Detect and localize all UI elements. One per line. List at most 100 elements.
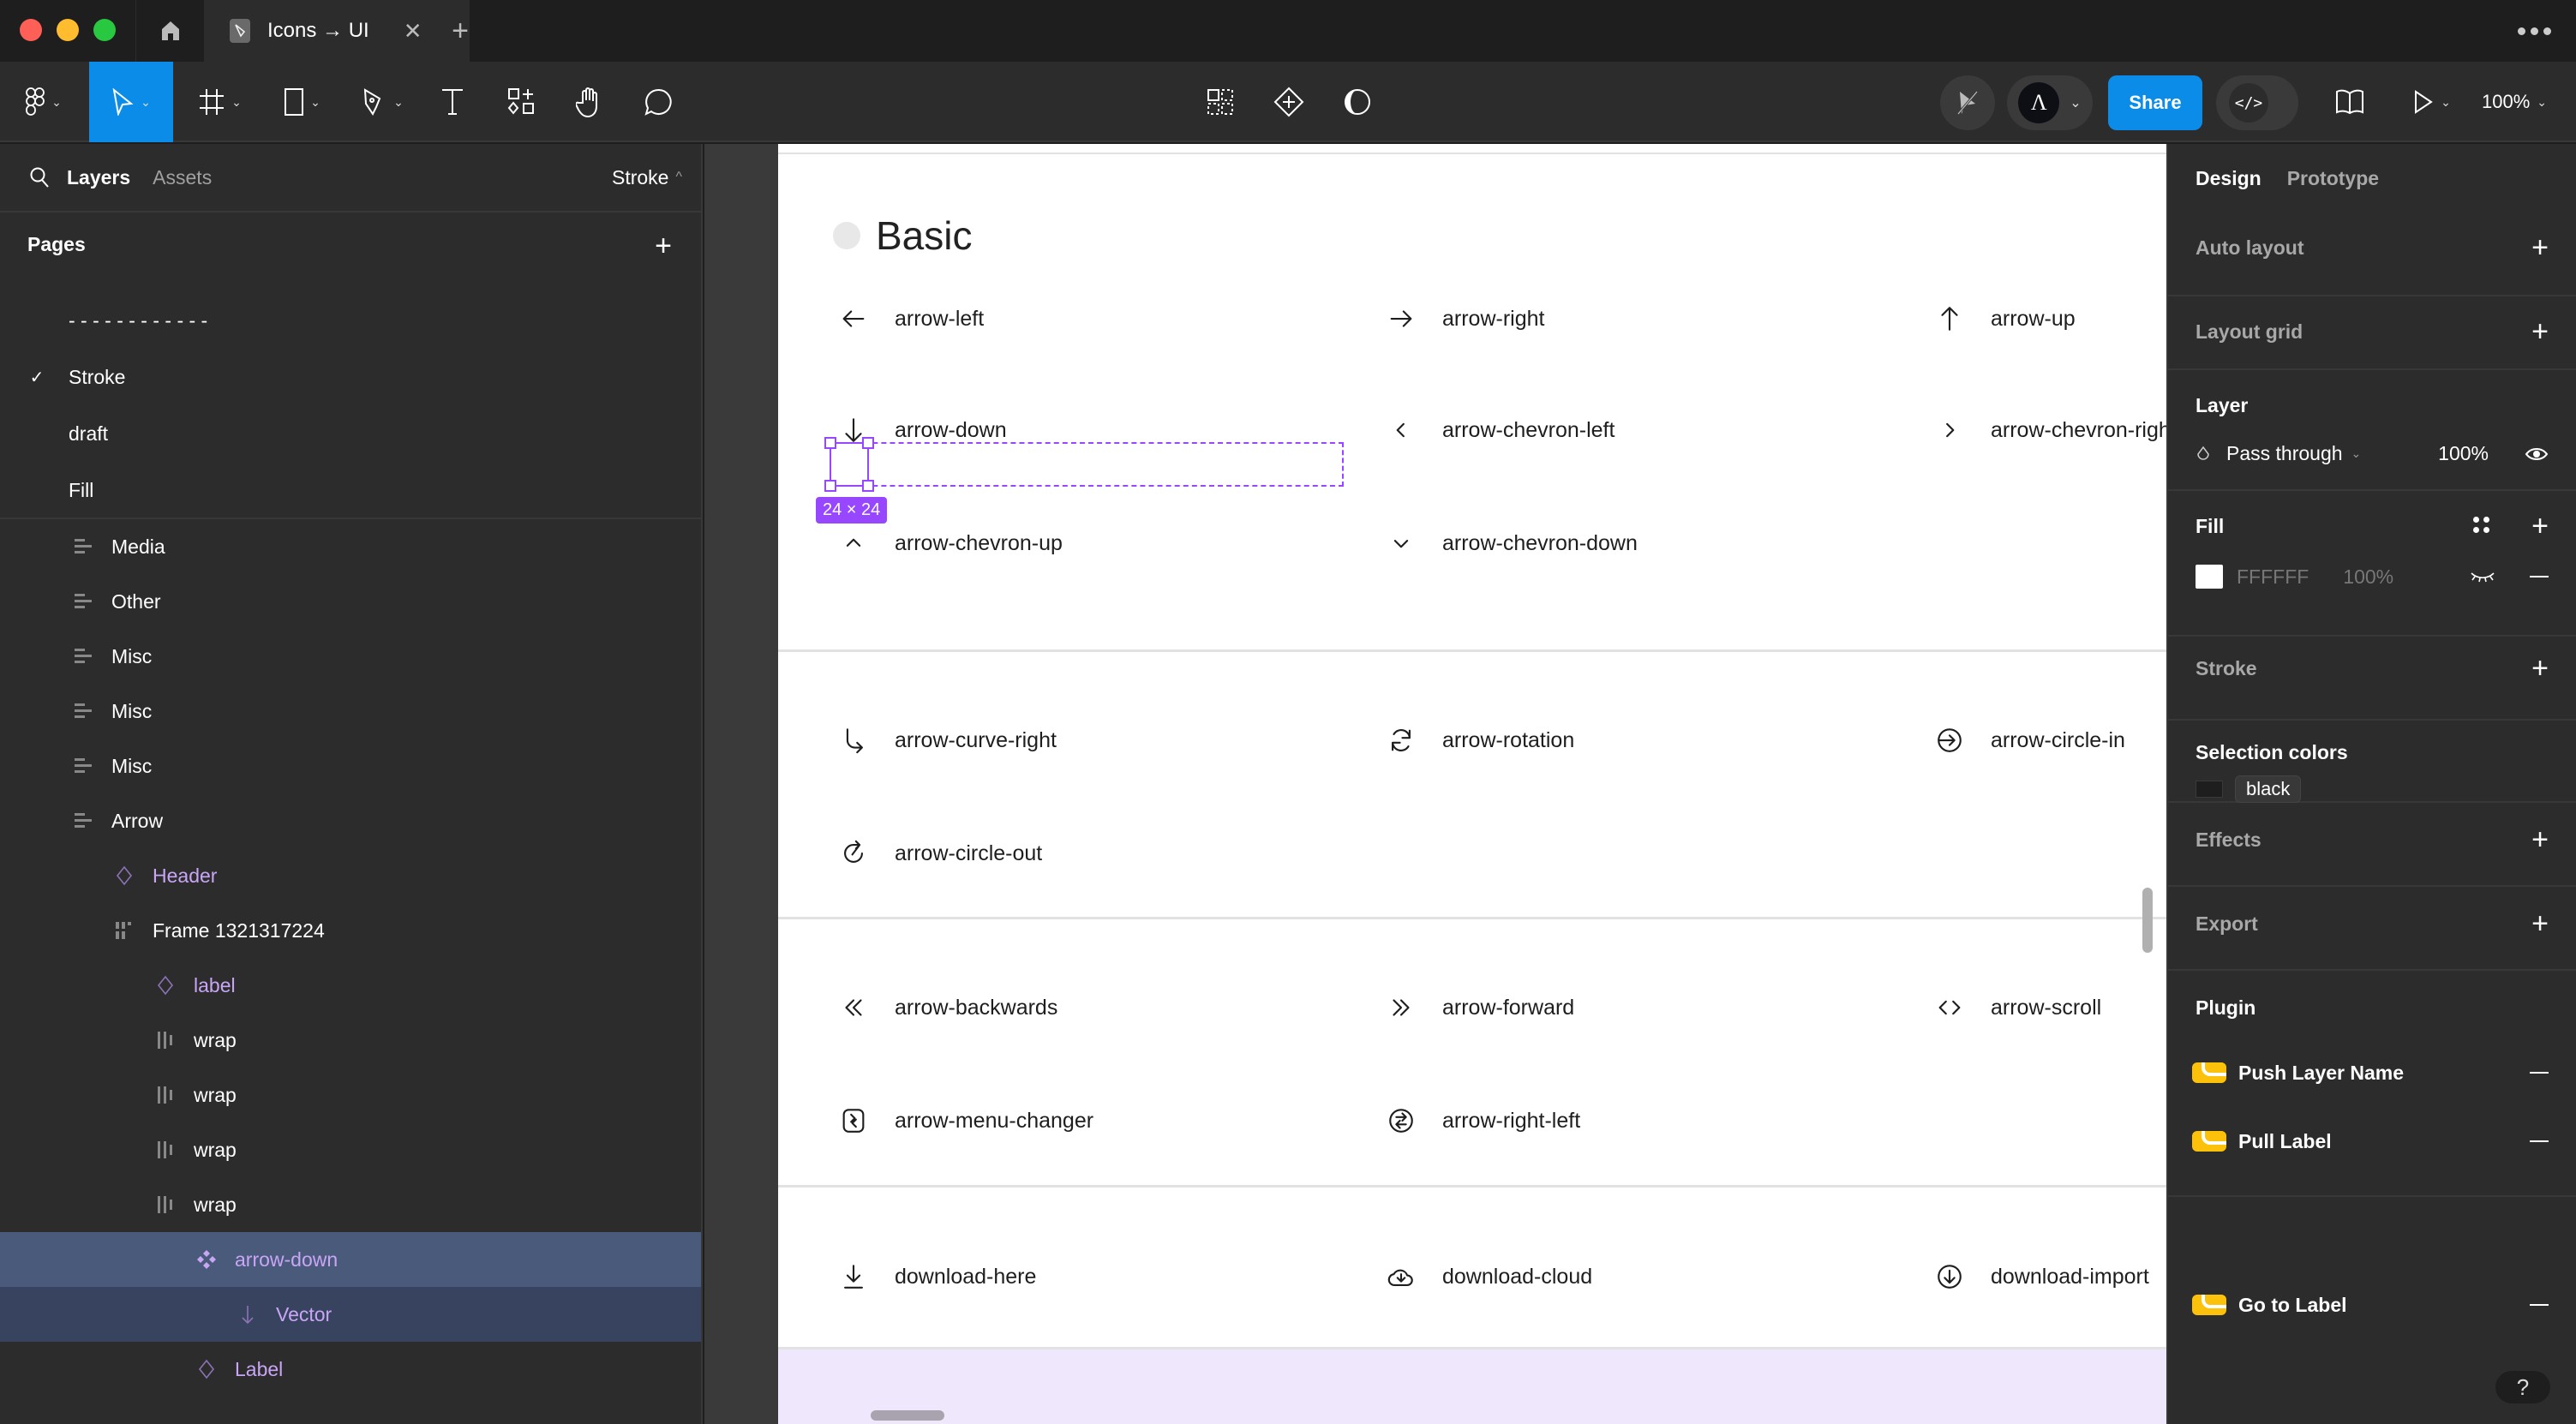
add-page-button[interactable]: + [655,231,672,260]
layer-row[interactable]: Header [0,848,701,903]
add-layout-grid-button[interactable]: + [2531,317,2549,346]
layer-row[interactable]: Arrow [0,793,701,848]
layer-row[interactable]: wrap [0,1177,701,1232]
layer-row[interactable]: Misc [0,739,701,793]
layer-row[interactable]: Media [0,519,701,574]
selection-color-swatch[interactable] [2196,781,2223,798]
add-stroke-button[interactable]: + [2531,654,2549,683]
layer-row[interactable]: Vector [0,1287,701,1342]
user-avatar-menu[interactable]: Λ ⌄ [2007,75,2093,130]
plugin-item[interactable]: Pull Label [2192,1120,2576,1163]
file-tab[interactable]: Icons → UI ✕ [204,0,470,62]
icon-item[interactable]: arrow-chevron-left [1381,410,1614,451]
icon-item[interactable]: arrow-menu-changer [833,1100,1093,1141]
fill-hex-input[interactable]: FFFFFF [2237,565,2309,589]
share-button[interactable]: Share [2108,75,2202,130]
layer-opacity-input[interactable]: 100% [2438,442,2489,465]
icon-item[interactable]: arrow-chevron-down [1381,523,1638,564]
icon-item[interactable]: arrow-scroll [1929,987,2101,1028]
icon-item[interactable]: arrow-circle-out [833,833,1042,874]
move-tool-button[interactable]: ⌄ [89,62,173,142]
search-icon[interactable] [29,166,50,188]
layer-row[interactable]: arrow-down [0,1232,701,1287]
tab-layers[interactable]: Layers [67,166,130,189]
components-grid-button[interactable] [1203,62,1237,142]
icon-item[interactable]: arrow-circle-in [1929,720,2125,761]
icon-item[interactable]: arrow-right [1381,298,1544,339]
page-picker[interactable]: Stroke ^ [612,166,682,189]
tab-design[interactable]: Design [2196,167,2261,190]
main-menu-button[interactable]: ⌄ [14,62,74,142]
shape-tool-button[interactable]: ⌄ [273,62,332,142]
fill-styles-icon[interactable] [2473,517,2490,534]
resize-handle[interactable] [862,480,874,492]
icon-item[interactable]: arrow-backwards [833,987,1057,1028]
home-tab[interactable] [135,0,204,62]
page-item-current[interactable]: ✓ Stroke [0,350,701,404]
vertical-scrollbar[interactable] [2142,888,2153,953]
layer-row[interactable]: Label [0,1342,701,1397]
plugin-item[interactable]: Go to Label [2192,1283,2576,1326]
selection-color-name[interactable]: black [2235,775,2302,803]
close-window-button[interactable] [20,19,42,41]
pen-tool-button[interactable]: ⌄ [351,62,415,142]
horizontal-scrollbar[interactable] [871,1410,944,1421]
layer-row[interactable]: wrap [0,1068,701,1122]
resize-handle[interactable] [824,437,836,449]
icon-item[interactable]: arrow-curve-right [833,720,1057,761]
fill-color-swatch[interactable] [2196,565,2223,589]
add-effect-button[interactable]: + [2531,825,2549,854]
fill-opacity-input[interactable]: 100% [2343,565,2393,589]
remove-plugin-button[interactable] [2530,1304,2549,1306]
arrow-section-frame[interactable]: Basic arrow-left arrow-right arrow-up arrow… [778,144,2166,1424]
icon-item[interactable]: arrow-up [1929,298,2076,339]
contrast-button[interactable] [1340,62,1375,142]
layer-row[interactable]: wrap [0,1013,701,1068]
blend-mode-dropdown[interactable]: Pass through [2226,442,2343,465]
remove-fill-button[interactable] [2530,576,2549,577]
remove-plugin-button[interactable] [2530,1140,2549,1142]
new-tab-button[interactable]: + [441,12,479,50]
dev-mode-off-button[interactable] [1940,75,1995,130]
icon-item[interactable]: download-import [1929,1256,2149,1297]
dev-mode-toggle[interactable]: </> [2216,75,2298,130]
layer-row[interactable]: wrap [0,1122,701,1177]
layer-row[interactable]: Other [0,574,701,629]
add-export-button[interactable]: + [2531,909,2549,938]
icon-item[interactable]: arrow-left [833,298,984,339]
icon-item[interactable]: arrow-chevron-up [833,523,1063,564]
resize-handle[interactable] [824,480,836,492]
hand-tool-button[interactable] [571,62,608,142]
icon-item[interactable]: arrow-chevron-right [1929,410,2166,451]
layer-row[interactable]: Frame 1321317224 [0,903,701,958]
layer-row[interactable]: label [0,958,701,1013]
icon-item[interactable]: arrow-rotation [1381,720,1574,761]
create-component-button[interactable] [1272,62,1306,142]
layer-row[interactable]: Misc [0,629,701,684]
minimize-window-button[interactable] [57,19,79,41]
icon-item[interactable]: download-here [833,1256,1036,1297]
canvas[interactable]: Basic arrow-left arrow-right arrow-up arrow… [704,144,2166,1424]
icon-item[interactable]: arrow-forward [1381,987,1574,1028]
page-item[interactable]: Fill [0,463,701,518]
frame-tool-button[interactable]: ⌄ [190,62,250,142]
resources-tool-button[interactable] [504,62,538,142]
plugin-item[interactable]: Push Layer Name [2192,1051,2576,1094]
tab-assets[interactable]: Assets [153,166,212,189]
text-tool-button[interactable] [435,62,470,142]
library-button[interactable] [2333,62,2367,142]
page-item[interactable]: draft [0,406,701,461]
resize-handle[interactable] [862,437,874,449]
help-button[interactable]: ? [2495,1371,2550,1403]
close-tab-icon[interactable]: ✕ [404,18,422,45]
icon-item[interactable]: download-cloud [1381,1256,1592,1297]
more-options-icon[interactable] [2513,12,2555,50]
icon-item[interactable]: arrow-right-left [1381,1100,1580,1141]
comment-tool-button[interactable] [639,62,677,142]
add-fill-button[interactable]: + [2531,512,2549,541]
tab-prototype[interactable]: Prototype [2287,167,2379,190]
eye-icon[interactable] [2525,446,2549,462]
eye-closed-icon[interactable] [2470,571,2495,583]
maximize-window-button[interactable] [93,19,116,41]
zoom-level-dropdown[interactable]: 100% ⌄ [2482,62,2547,142]
